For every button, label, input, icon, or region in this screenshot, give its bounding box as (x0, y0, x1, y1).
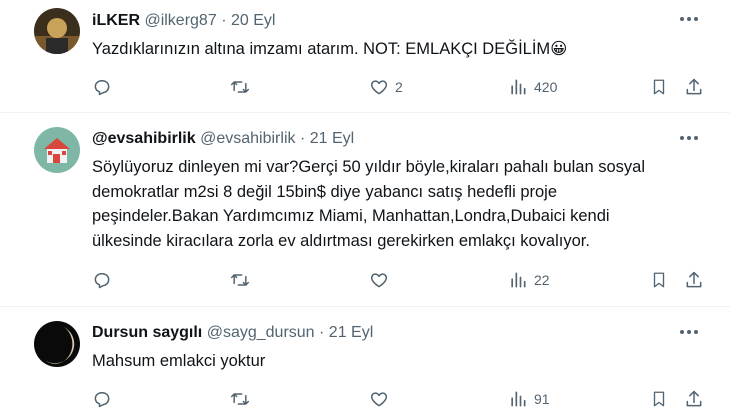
bookmark-button[interactable] (650, 387, 668, 411)
views-icon (511, 272, 526, 288)
display-name[interactable]: iLKER (92, 12, 140, 29)
share-icon (686, 271, 702, 288)
like-count: 2 (395, 79, 403, 95)
action-bar: 2 420 (92, 75, 712, 99)
reply-icon (94, 80, 110, 96)
share-button[interactable] (684, 268, 704, 292)
retweet-button[interactable] (229, 387, 251, 411)
separator-dot: · (221, 12, 227, 29)
user-handle[interactable]: @evsahibirlik (200, 130, 295, 147)
tweet-date[interactable]: 21 Eyl (310, 130, 354, 147)
tweet-text-line: ülkesinde kiracılara zorla ev aldırtması… (92, 231, 590, 250)
tweet-text-content: Mahsum emlakci yoktur (92, 352, 266, 370)
tweet-text: Söylüyoruz dinleyen mi var?Gerçi 50 yıld… (92, 155, 645, 253)
avatar[interactable] (34, 127, 80, 173)
retweet-button[interactable] (229, 75, 251, 99)
user-handle[interactable]: @sayg_dursun (207, 324, 315, 341)
like-icon (370, 273, 388, 288)
separator-dot: · (299, 130, 306, 147)
tweet-2[interactable]: @evsahibirlik @evsahibirlik · 21 Eyl Söy… (0, 113, 730, 305)
tweet-text: Yazdıklarınızın altına imzamı atarım. NO… (92, 37, 567, 62)
view-count: 91 (534, 391, 550, 407)
view-count: 22 (534, 272, 550, 288)
reply-icon (94, 392, 110, 408)
tweet-1[interactable]: iLKER @ilkerg87 · 20 Eyl Yazdıklarınızın… (0, 0, 730, 112)
share-icon (686, 390, 702, 407)
tweet-text: Mahsum emlakci yoktur (92, 349, 265, 374)
views-button[interactable]: 420 (508, 75, 557, 99)
reply-button[interactable] (92, 387, 112, 411)
like-icon (370, 392, 388, 407)
retweet-icon (230, 274, 250, 286)
avatar[interactable] (34, 321, 80, 367)
user-handle[interactable]: @ilkerg87 (144, 12, 216, 29)
retweet-icon (230, 81, 250, 93)
like-button[interactable]: 2 (369, 75, 403, 99)
display-name[interactable]: @evsahibirlik (92, 130, 196, 147)
tweet-text-line: demokratlar m2si 8 değil 15bin$ diye yab… (92, 182, 558, 201)
tweet-text-content: Yazdıklarınızın altına imzamı atarım. NO… (92, 40, 551, 58)
view-count: 420 (534, 79, 558, 95)
reply-button[interactable] (92, 268, 112, 292)
share-button[interactable] (684, 75, 704, 99)
tweet-text-line: peşindeler.Bakan Yardımcımız Miami, Manh… (92, 207, 610, 225)
tweet-3[interactable]: Dursun saygılı @sayg_dursun · 21 Eyl Mah… (0, 307, 730, 420)
share-icon (686, 78, 702, 95)
bookmark-icon (653, 79, 665, 95)
more-icon[interactable] (680, 136, 698, 142)
avatar[interactable] (34, 8, 80, 54)
views-button[interactable]: 22 (508, 268, 550, 292)
reply-icon (94, 273, 110, 289)
views-button[interactable]: 91 (508, 387, 550, 411)
tweet-header: @evsahibirlik @evsahibirlik · 21 Eyl (92, 130, 354, 148)
grinning-emoji-icon: 😀 (550, 40, 568, 58)
action-bar: 22 (92, 268, 712, 292)
like-button[interactable] (369, 387, 389, 411)
more-icon[interactable] (680, 330, 698, 336)
tweet-date[interactable]: 21 Eyl (329, 324, 373, 341)
display-name[interactable]: Dursun saygılı (92, 324, 202, 341)
like-button[interactable] (369, 268, 389, 292)
views-icon (511, 391, 526, 407)
views-icon (511, 79, 526, 95)
avatar-image (34, 127, 80, 173)
bookmark-icon (653, 391, 665, 407)
separator-dot: · (319, 324, 325, 341)
share-button[interactable] (684, 387, 704, 411)
bookmark-button[interactable] (650, 268, 668, 292)
bookmark-icon (653, 272, 665, 288)
bookmark-button[interactable] (650, 75, 668, 99)
more-icon[interactable] (680, 17, 698, 23)
retweet-button[interactable] (229, 268, 251, 292)
tweet-text-line: Söylüyoruz dinleyen mi var?Gerçi 50 yıld… (92, 158, 646, 176)
retweet-icon (230, 393, 250, 405)
avatar-image (34, 8, 80, 54)
avatar-image (34, 321, 80, 367)
action-bar: 91 (92, 387, 712, 411)
tweet-header: iLKER @ilkerg87 · 20 Eyl (92, 12, 275, 30)
reply-button[interactable] (92, 75, 112, 99)
like-icon (370, 80, 388, 95)
tweet-header: Dursun saygılı @sayg_dursun · 21 Eyl (92, 324, 373, 342)
tweet-date[interactable]: 20 Eyl (231, 12, 275, 29)
